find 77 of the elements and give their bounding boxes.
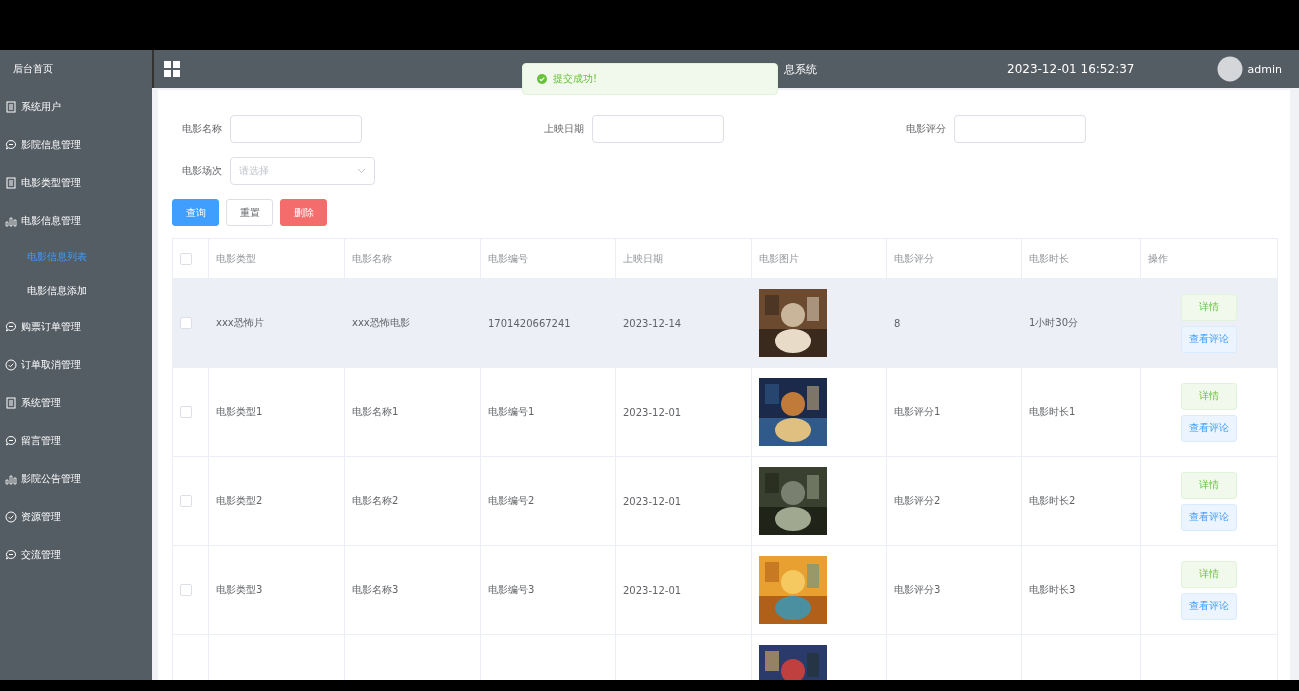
chat-icon: [5, 549, 17, 561]
table-cell: 电影时长2: [1029, 495, 1076, 506]
column-header: 电影评分: [886, 238, 1022, 279]
date-time: 2023-12-01 16:52:37: [1007, 62, 1135, 76]
table-cell: 2023-12-01: [623, 584, 682, 596]
chevron-down-icon: [357, 168, 366, 174]
document-icon: [5, 177, 17, 189]
sidebar-item[interactable]: 电影类型管理: [0, 164, 152, 202]
table-cell: 电影时长1: [1029, 406, 1076, 417]
sidebar-item[interactable]: 系统用户: [0, 88, 152, 126]
chat-icon: [5, 435, 17, 447]
table-cell: 8: [894, 317, 901, 329]
table-cell: xxx恐怖片: [216, 317, 264, 328]
bar-chart-icon: [5, 473, 17, 485]
table-cell: 电影评分2: [894, 495, 941, 506]
table-cell: 电影类型1: [216, 406, 263, 417]
table-cell: 电影评分3: [894, 584, 941, 595]
table-cell: 电影类型2: [216, 495, 263, 506]
reset-button[interactable]: 重置: [226, 199, 273, 226]
table-cell: 电影类型3: [216, 584, 263, 595]
document-icon: [5, 101, 17, 113]
column-header: 电影时长: [1021, 238, 1141, 279]
table-cell: 电影编号3: [488, 584, 535, 595]
input-field[interactable]: [592, 115, 724, 143]
checkbox[interactable]: [180, 406, 192, 418]
chat-icon: [5, 321, 17, 333]
avatar-icon[interactable]: [1217, 56, 1244, 82]
table-cell: 1701420667241: [488, 317, 571, 329]
filter-label: 电影场次: [181, 164, 222, 178]
table-cell: 电影评分1: [894, 406, 941, 417]
filter-label: 电影评分: [905, 122, 946, 136]
input-field[interactable]: [230, 115, 362, 143]
user-name[interactable]: admin: [1247, 62, 1282, 76]
table-cell: 电影编号2: [488, 495, 535, 506]
column-header: 电影名称: [344, 238, 481, 279]
grid-menu-icon[interactable]: [164, 61, 180, 77]
table-cell: 电影名称2: [352, 495, 399, 506]
column-header: 电影图片: [751, 238, 887, 279]
column-header: 操作: [1140, 238, 1278, 279]
checkbox[interactable]: [180, 495, 192, 507]
sidebar-item[interactable]: 购票订单管理: [0, 308, 152, 346]
column-header: 上映日期: [615, 238, 752, 279]
sidebar-item[interactable]: 留言管理: [0, 422, 152, 460]
check-circle-icon: [5, 511, 17, 523]
check-circle-icon: [5, 359, 17, 371]
sidebar-item[interactable]: 交流管理: [0, 536, 152, 574]
sidebar-item[interactable]: 系统管理: [0, 384, 152, 422]
table-cell: 2023-12-14: [623, 317, 682, 329]
success-icon: [537, 74, 547, 84]
table-cell: 电影编号1: [488, 406, 535, 417]
sidebar-item[interactable]: 资源管理: [0, 498, 152, 536]
document-icon: [5, 397, 17, 409]
sidebar-item[interactable]: 后台首页: [0, 50, 152, 88]
sidebar-subitem[interactable]: 电影信息添加: [0, 274, 152, 308]
bar-chart-icon: [5, 215, 17, 227]
checkbox[interactable]: [180, 252, 192, 265]
filter-label: 电影名称: [181, 122, 222, 136]
toast-message: 提交成功!: [553, 72, 597, 86]
system-title: 息系统: [784, 61, 817, 77]
sidebar-item[interactable]: 影院信息管理: [0, 126, 152, 164]
sidebar-item[interactable]: 影院公告管理: [0, 460, 152, 498]
column-header: 电影类型: [208, 238, 345, 279]
table-cell: 1小时30分: [1029, 317, 1079, 328]
table-cell: 2023-12-01: [623, 406, 682, 418]
checkbox[interactable]: [180, 317, 192, 329]
table-cell: 电影名称1: [352, 406, 399, 417]
column-header: 电影编号: [480, 238, 616, 279]
filter-label: 上映日期: [543, 122, 584, 136]
table-cell: 2023-12-01: [623, 495, 682, 507]
checkbox[interactable]: [180, 584, 192, 596]
input-field[interactable]: [954, 115, 1086, 143]
table-cell: 电影时长3: [1029, 584, 1076, 595]
table-cell: 电影名称3: [352, 584, 399, 595]
sidebar-item[interactable]: 电影信息管理: [0, 202, 152, 240]
chat-icon: [5, 139, 17, 151]
sidebar-item[interactable]: 订单取消管理: [0, 346, 152, 384]
table-cell: xxx恐怖电影: [352, 317, 410, 328]
